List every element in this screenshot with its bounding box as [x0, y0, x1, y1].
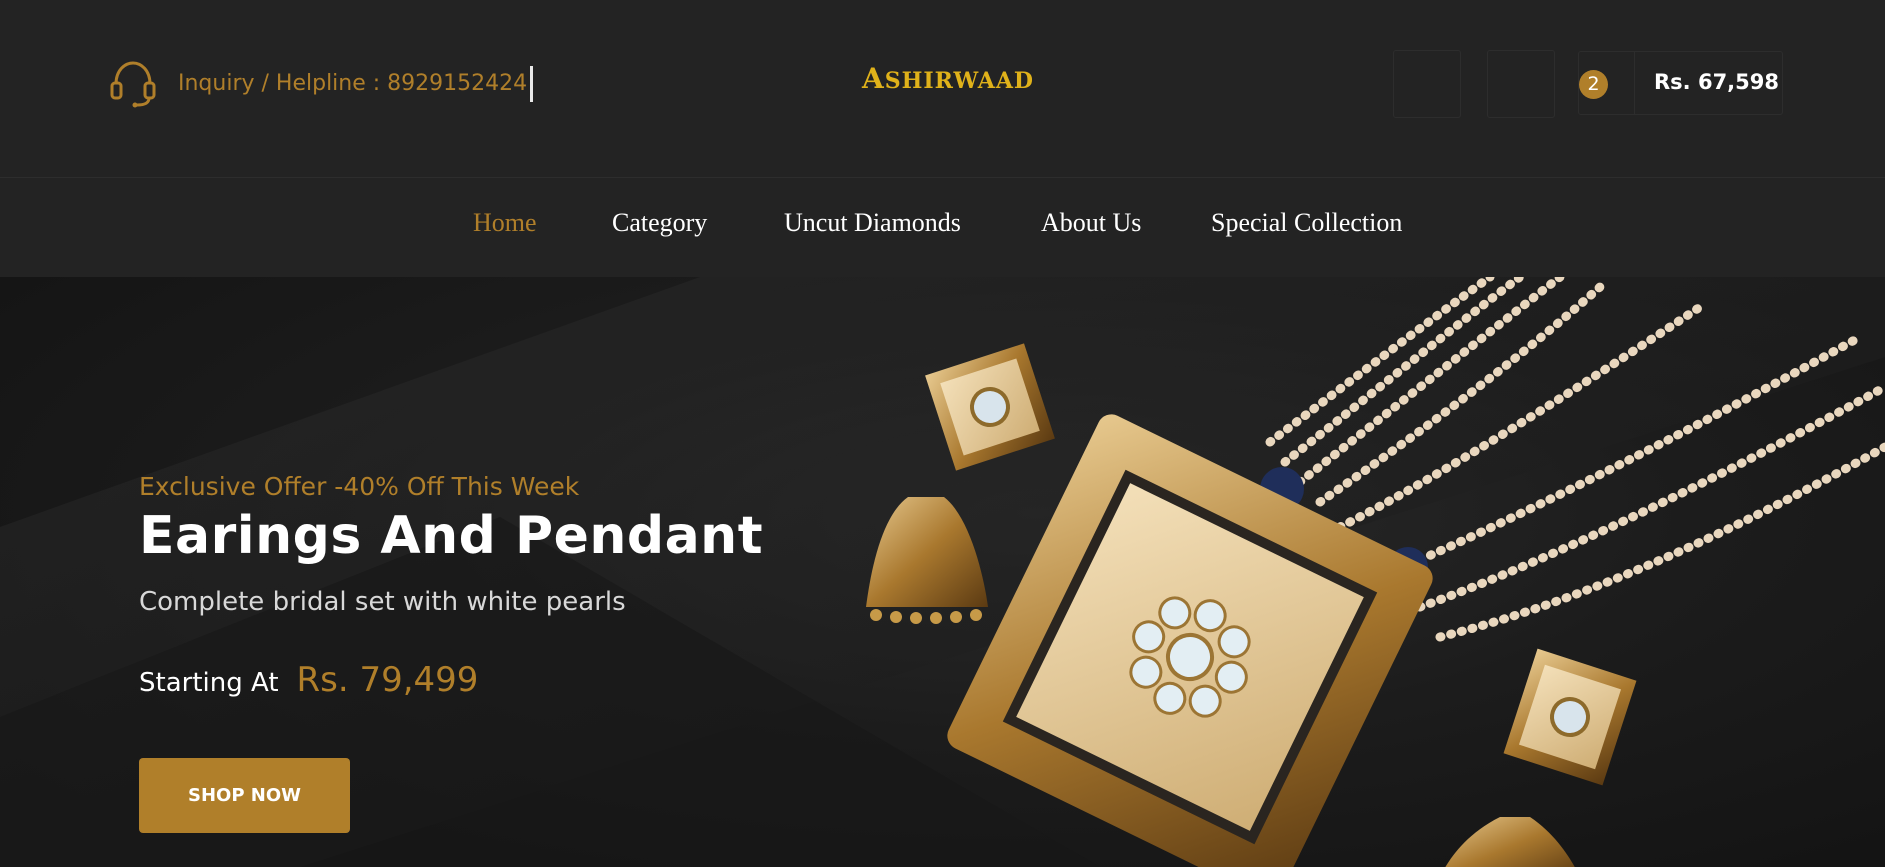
cart-count-badge: 2 — [1579, 70, 1608, 99]
logo-initial: A — [861, 62, 885, 95]
nav-uncut-diamonds[interactable]: Uncut Diamonds — [784, 208, 961, 238]
header-icon-slot-2[interactable] — [1487, 50, 1555, 118]
hero-price: Rs. 79,499 — [296, 660, 479, 700]
helpline: Inquiry / Helpline : 8929152424 — [108, 58, 527, 108]
cart-separator — [1634, 52, 1635, 114]
hero-subtitle: Complete bridal set with white pearls — [139, 587, 626, 617]
shop-now-button[interactable]: SHOP NOW — [139, 758, 350, 833]
logo-rest: SHIRWAAD — [884, 68, 1034, 94]
nav-category[interactable]: Category — [612, 208, 707, 238]
cart-button[interactable]: 2 Rs. 67,598 — [1578, 51, 1783, 115]
header-divider — [530, 66, 533, 102]
starting-at-label: Starting At — [139, 668, 279, 698]
hero-price-line: Starting At Rs. 79,499 — [139, 660, 478, 700]
header-icon-slot-1[interactable] — [1393, 50, 1461, 118]
site-logo[interactable]: ASHIRWAAD — [858, 62, 1038, 96]
helpline-text[interactable]: Inquiry / Helpline : 8929152424 — [178, 71, 527, 96]
nav-home[interactable]: Home — [473, 208, 537, 238]
nav-about-us[interactable]: About Us — [1041, 208, 1141, 238]
headset-icon — [110, 61, 156, 108]
hero-headline: Earings And Pendant — [139, 506, 764, 566]
nav-special-collection[interactable]: Special Collection — [1211, 208, 1402, 238]
hero-offer: Exclusive Offer -40% Off This Week — [139, 472, 580, 501]
cart-total: Rs. 67,598 — [1654, 70, 1779, 94]
